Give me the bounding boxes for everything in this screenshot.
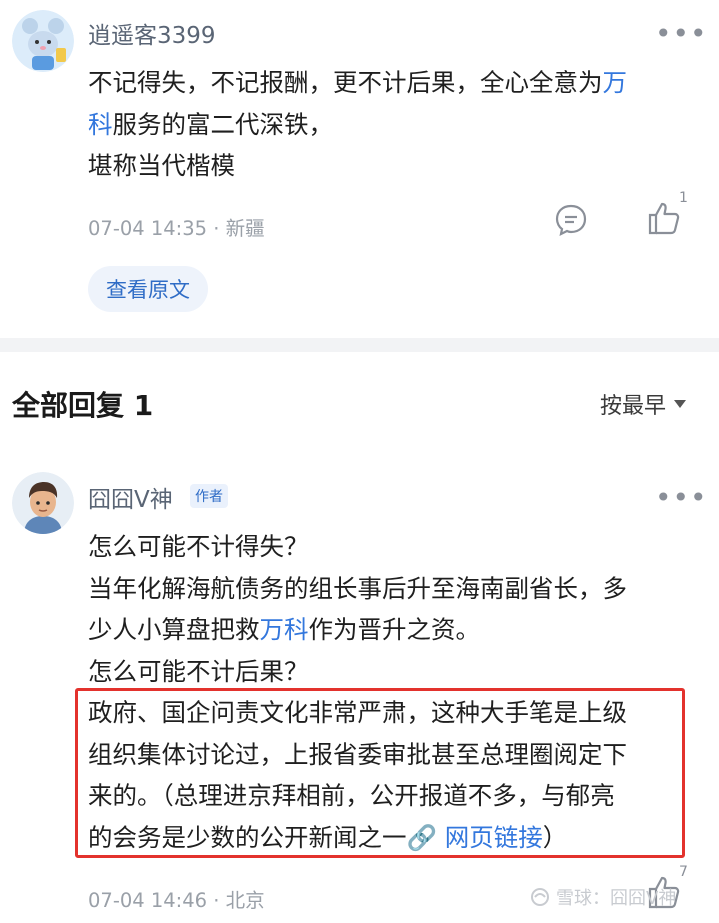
highlight-box: [75, 688, 685, 858]
watermark: 雪球：囧囧V神: [530, 884, 676, 910]
reply-icon[interactable]: [554, 203, 588, 241]
comment-time: 07-04 14:35: [88, 217, 208, 240]
like-count: 1: [679, 190, 688, 206]
like-count: 7: [679, 864, 688, 880]
view-original-button[interactable]: 查看原文: [88, 266, 208, 312]
comment-line: 科服务的富二代深铁，: [88, 109, 333, 139]
like-icon[interactable]: [646, 200, 682, 240]
reply-line: 少人小算盘把救万科作为晋升之资。: [88, 615, 480, 644]
vanke-link[interactable]: 科: [88, 110, 113, 139]
comment-location: 新疆: [225, 217, 265, 240]
reply-location: 北京: [225, 889, 265, 912]
caret-down-icon: [674, 400, 687, 408]
reply-username[interactable]: 囧囧V神: [88, 480, 173, 514]
reply-time: 07-04 14:46: [88, 889, 208, 912]
avatar[interactable]: [12, 472, 74, 534]
vanke-link[interactable]: 万: [603, 68, 628, 97]
reply-meta: 07-04 14:46 · 北京: [88, 889, 265, 912]
avatar[interactable]: [12, 10, 74, 72]
comment-text: 不记得失，不记报酬，更不计后果，全心全意为万 科服务的富二代深铁， 堪称当代楷模: [88, 62, 627, 187]
reply-line: 怎么可能不计得失？: [88, 532, 309, 561]
comment-line: 不记得失，不记报酬，更不计后果，全心全意为万: [88, 68, 628, 97]
vanke-link[interactable]: 万科: [260, 615, 309, 644]
comment-line: 堪称当代楷模: [88, 151, 235, 180]
section-divider: [0, 338, 719, 352]
watermark-text: 雪球：囧囧V神: [556, 888, 677, 909]
reply-line: 怎么可能不计后果？: [88, 656, 309, 686]
reply-line: 当年化解海航债务的组长事后升至海南副省长，多: [88, 573, 627, 603]
sort-label: 按最早: [600, 394, 667, 419]
sort-dropdown[interactable]: 按最早: [600, 388, 687, 420]
person-avatar-icon: [12, 472, 74, 534]
more-options-icon[interactable]: •••: [655, 484, 708, 512]
comment-meta: 07-04 14:35 · 新疆: [88, 217, 265, 240]
comment-username[interactable]: 逍遥客3399: [88, 16, 216, 50]
author-badge: 作者: [190, 484, 228, 508]
snowball-logo-icon: [531, 888, 549, 906]
more-options-icon[interactable]: •••: [655, 20, 708, 48]
replies-title: 全部回复 1: [12, 389, 154, 422]
mouse-avatar-icon: [12, 10, 74, 72]
